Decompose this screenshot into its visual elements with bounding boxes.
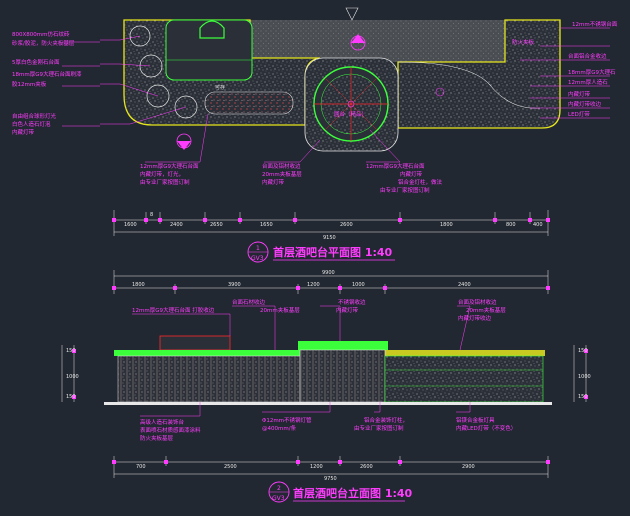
plan-dim-3: 2650 [210, 222, 223, 228]
label-bm2: 20mm夹板基层 [262, 170, 302, 178]
inner-counter [165, 19, 253, 81]
elev-bottom-total: 9750 [324, 476, 337, 482]
counter-label: 可存 [215, 84, 225, 91]
elev-top-dim-0: 1800 [132, 282, 145, 288]
plan-dim-6: 1800 [440, 222, 453, 228]
label-ul7: 白色人造石灯泡 [12, 120, 51, 128]
label-ul1: 800X800mm仿石纹砖 [12, 30, 70, 38]
center-bar-label: 圆台（精品） [334, 110, 367, 118]
red-panel [204, 91, 294, 115]
plan-dim-1: 8 [150, 212, 153, 218]
label-bl1: 12mm厚G9大理石台面 [140, 162, 199, 170]
side-left-0: 150 [66, 348, 76, 354]
label-ul8: 内藏灯带 [12, 128, 35, 136]
break-mark [345, 7, 359, 21]
elev-bottom-dim-0: 700 [136, 464, 146, 470]
elev-top-total: 9900 [322, 270, 335, 276]
elev-label-t3: 20mm夹板基层 [260, 306, 300, 314]
elev-label-b1: 高级人造石装饰台 [140, 418, 185, 426]
label-bl3: 由专业厂家按图订制 [140, 178, 190, 186]
elevation-view: 9900 1800 3900 1200 1000 2400 150 1000 1… [61, 270, 591, 503]
elev-label-b6: 铝合金装饰灯柱， [364, 416, 408, 424]
side-left-2: 150 [66, 394, 76, 400]
label-r7: 内藏灯带收边 [568, 100, 602, 108]
elev-label-b7: 由专业厂家按图订制 [354, 424, 404, 432]
label-bc3: 铝合金灯柱，做法 [398, 178, 443, 186]
plan-dim-4: 1650 [260, 222, 273, 228]
elev-top-dim-4: 2400 [458, 282, 471, 288]
elev-label-t8: 内藏灯带收边 [458, 314, 492, 322]
plan-title-block: 1 GV3 首层酒吧台平面图 1:40 [247, 241, 395, 263]
floor-line [104, 402, 552, 405]
elev-label-b8: 铝镁合金板灯具 [456, 416, 495, 424]
elev-label-t2: 台面石材收边 [232, 298, 266, 306]
elev-label-b3: 防火夹板基层 [140, 434, 174, 442]
elev-label-b2: 表面喷石材质感面漆涂料 [140, 426, 201, 434]
label-ul3: 5厚白色金刚石台面 [12, 58, 60, 66]
label-ul4: 18mm厚G9大理石台面刷漆 [12, 70, 82, 78]
elev-label-b9: 内藏LED灯带（不变色） [456, 424, 516, 432]
lamp-1 [139, 54, 163, 78]
plan-dim-7: 800 [506, 222, 516, 228]
plan-dim-5: 2600 [340, 222, 353, 228]
side-left-1: 1000 [66, 374, 79, 380]
label-r2: 防火夹板 [512, 38, 535, 46]
plan-mark-sheet: GV3 [251, 255, 264, 262]
label-bm1: 台面及铝材收边 [262, 162, 301, 170]
elev-label-b4: Φ12mm不锈钢灯管 [262, 416, 312, 424]
label-ul6: 自由组合球形灯光 [12, 112, 57, 120]
elev-bottom-dim-1: 2500 [224, 464, 237, 470]
plan-title: 首层酒吧台平面图 1:40 [273, 245, 393, 259]
elev-top-dim-1: 3900 [228, 282, 241, 288]
label-r1: 12mm不锈钢台面 [572, 20, 618, 28]
elev-label-t4: 不锈钢收边 [338, 298, 366, 306]
label-bl2: 内藏灯带，灯光， [140, 170, 184, 178]
label-r6: 内藏灯带 [568, 90, 591, 98]
label-r8: LED灯带 [568, 110, 590, 118]
elev-top-dim-2: 1200 [307, 282, 320, 288]
elev-label-t7: 20mm夹板基层 [466, 306, 506, 314]
side-right-0: 150 [578, 348, 588, 354]
countertop-right [385, 350, 545, 356]
floor-hatch [240, 20, 505, 62]
elev-label-b5: @400mm/条 [262, 424, 297, 432]
elev-label-t6: 台面及铝材收边 [458, 298, 497, 306]
label-bc4: 由专业厂家按图订制 [380, 186, 430, 194]
countertop-mid [298, 341, 388, 350]
elev-label-t1: 12mm厚G9大理石台面 打胶收边 [132, 306, 215, 314]
plan-view: 可存 圆台（精品） 800X800mm仿石纹砖 砂浆/胶泥，防火夹板基层 5厚白… [12, 7, 618, 263]
cad-drawing: 可存 圆台（精品） 800X800mm仿石纹砖 砂浆/胶泥，防火夹板基层 5厚白… [12, 7, 618, 503]
plan-dim-total: 9150 [323, 235, 336, 241]
elev-title-block: 2 GV3 首层酒吧台立面图 1:40 [268, 481, 413, 503]
cabinet-top-block [159, 335, 231, 351]
plan-dim-8: 400 [533, 222, 543, 228]
label-ul5: 胶12mm夹板 [12, 80, 47, 88]
elev-bottom-dim-3: 2600 [360, 464, 373, 470]
elev-top-dim-3: 1000 [352, 282, 365, 288]
elev-bottom-dim-4: 2900 [462, 464, 475, 470]
plan-dim-0: 1600 [124, 222, 137, 228]
label-ul2: 砂浆/胶泥，防火夹板基层 [12, 39, 75, 47]
label-r3: 台面铝合金收边 [568, 52, 607, 60]
elev-label-t5: 内藏灯带 [336, 306, 359, 314]
label-bc2: 内藏灯带 [400, 170, 423, 178]
countertop-left [114, 350, 300, 356]
elev-bottom-dim-lines [113, 456, 549, 478]
elev-bottom-dim-2: 1200 [310, 464, 323, 470]
label-r5: 12mm厚人造石 [568, 78, 608, 86]
label-bc1: 12mm厚G9大理石台面 [366, 162, 425, 170]
elev-title: 首层酒吧台立面图 1:40 [293, 486, 413, 500]
counter-body-left [117, 355, 301, 403]
counter-body-mid [299, 349, 386, 403]
elev-mark-sheet: GV3 [272, 495, 285, 502]
side-right-2: 150 [578, 394, 588, 400]
counter-body-right [384, 355, 544, 403]
label-bm3: 内藏灯带 [262, 178, 285, 186]
side-right-1: 1000 [578, 374, 591, 380]
plan-mark-num: 1 [256, 245, 260, 252]
elev-mark-num: 2 [277, 485, 281, 492]
label-r4: 18mm厚G9大理石 [568, 68, 616, 76]
section-marker-b [176, 133, 192, 150]
plan-dim-2: 2400 [170, 222, 183, 228]
